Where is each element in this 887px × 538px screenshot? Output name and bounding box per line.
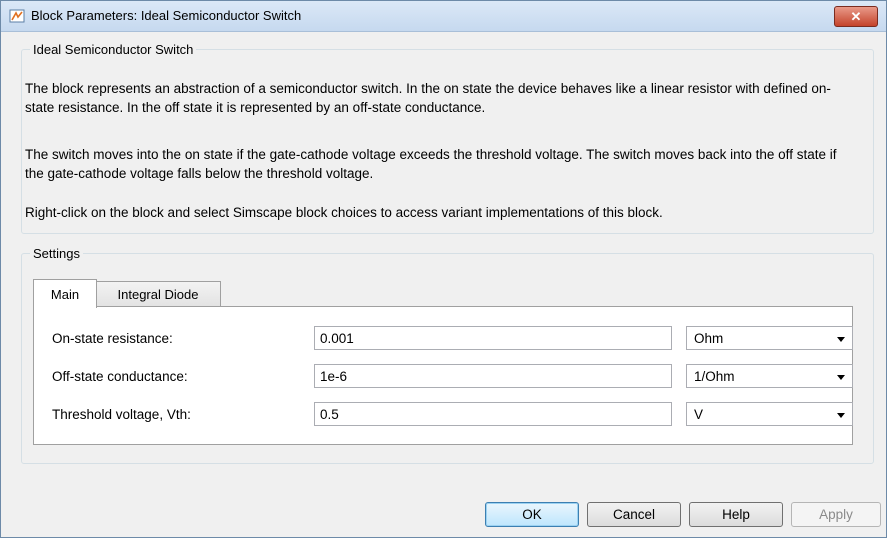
tab-main[interactable]: Main xyxy=(33,279,97,308)
description-paragraph-1: The block represents an abstraction of a… xyxy=(25,81,831,115)
unit-value: Ohm xyxy=(694,331,724,346)
threshold-voltage-label: Threshold voltage, Vth: xyxy=(52,407,191,422)
unit-value: V xyxy=(694,407,704,422)
description-paragraph-2: The switch moves into the on state if th… xyxy=(25,147,837,181)
settings-legend: Settings xyxy=(33,246,80,261)
description-paragraph-3: Right-click on the block and select Sims… xyxy=(25,205,663,220)
close-icon: ✕ xyxy=(850,8,862,24)
description-legend: Ideal Semiconductor Switch xyxy=(33,42,194,57)
cancel-button[interactable]: Cancel xyxy=(587,502,681,527)
on-state-resistance-input[interactable] xyxy=(314,326,672,350)
dialog-body: Ideal Semiconductor Switch The block rep… xyxy=(9,32,881,529)
tab-integral-diode[interactable]: Integral Diode xyxy=(95,281,221,306)
help-button[interactable]: Help xyxy=(689,502,783,527)
main-tab-panel: On-state resistance: Ohm Off-state condu… xyxy=(33,306,853,445)
off-state-conductance-input[interactable] xyxy=(314,364,672,388)
chevron-down-icon xyxy=(837,375,845,380)
chevron-down-icon xyxy=(837,413,845,418)
threshold-voltage-input[interactable] xyxy=(314,402,672,426)
off-state-conductance-label: Off-state conductance: xyxy=(52,369,188,384)
threshold-voltage-unit-select[interactable]: V xyxy=(686,402,853,426)
off-state-conductance-unit-select[interactable]: 1/Ohm xyxy=(686,364,853,388)
unit-value: 1/Ohm xyxy=(694,369,735,384)
apply-button[interactable]: Apply xyxy=(791,502,881,527)
chevron-down-icon xyxy=(837,337,845,342)
on-state-resistance-label: On-state resistance: xyxy=(52,331,173,346)
dialog-window: Block Parameters: Ideal Semiconductor Sw… xyxy=(0,0,887,538)
simulink-block-icon xyxy=(9,9,25,23)
window-title: Block Parameters: Ideal Semiconductor Sw… xyxy=(31,8,302,23)
ok-button[interactable]: OK xyxy=(485,502,579,527)
title-bar[interactable]: Block Parameters: Ideal Semiconductor Sw… xyxy=(1,1,886,32)
on-state-resistance-unit-select[interactable]: Ohm xyxy=(686,326,853,350)
close-button[interactable]: ✕ xyxy=(834,6,878,27)
